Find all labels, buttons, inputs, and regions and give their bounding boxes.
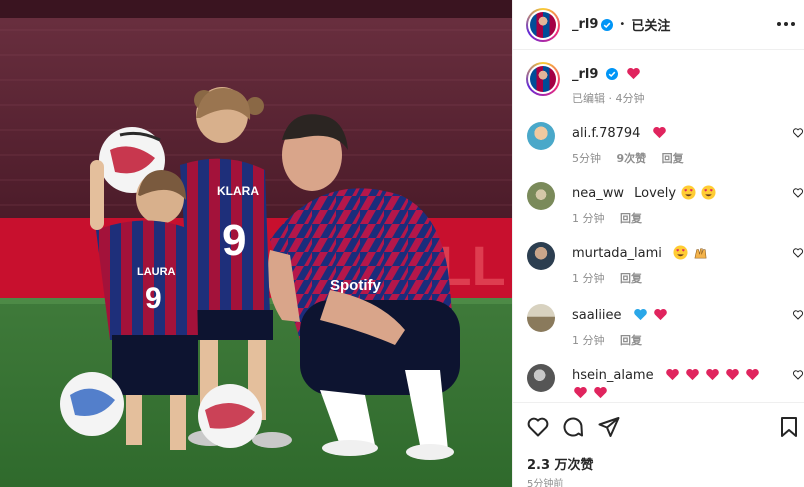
comment-item: saaliiee 1 分钟 回复: [527, 304, 804, 354]
red-heart-emoji-icon: [726, 368, 739, 381]
post-details-panel: _rl9 • 已关注 _rl9 已编辑 · 4分钟 ali.f.78794 5分…: [512, 0, 804, 487]
comment-like-count[interactable]: 9次赞: [617, 152, 647, 165]
separator-dot: ·: [608, 92, 616, 105]
author-avatar[interactable]: [526, 7, 560, 42]
red-heart-emoji-icon: [706, 368, 719, 381]
sponsor-label: Spotify: [330, 277, 381, 294]
post-photo[interactable]: ELL Spotify KLARA 9 LAURA 9: [0, 0, 512, 487]
red-heart-emoji-icon: [654, 308, 667, 321]
comments-list[interactable]: _rl9 已编辑 · 4分钟 ali.f.78794 5分钟 9次赞 回复 ne…: [513, 50, 804, 402]
commenter-avatar[interactable]: [527, 182, 555, 210]
red-heart-emoji-icon: [686, 368, 699, 381]
red-heart-emoji-icon: [652, 126, 666, 139]
reply-button[interactable]: 回复: [662, 152, 684, 165]
reply-button[interactable]: 回复: [620, 212, 642, 225]
comment-text: Lovely: [634, 186, 677, 201]
comment-time: 5分钟: [572, 152, 601, 165]
comment-time: 1 分钟: [572, 334, 605, 347]
post-modal: ELL Spotify KLARA 9 LAURA 9 _rl9 • 已关注 _…: [0, 0, 804, 487]
commenter-avatar[interactable]: [527, 242, 555, 270]
verified-badge-icon: [601, 18, 614, 31]
reply-button[interactable]: 回复: [620, 272, 642, 285]
post-caption: _rl9 已编辑 · 4分钟: [526, 62, 796, 110]
caption-edited-label: 已编辑: [572, 92, 605, 105]
photo-illustration: ELL Spotify KLARA 9 LAURA 9: [0, 0, 512, 487]
heart-eyes-emoji-icon: [701, 185, 716, 200]
author-username[interactable]: _rl9: [572, 17, 598, 32]
caption-time: 4分钟: [615, 92, 645, 105]
blue-heart-emoji-icon: [633, 308, 647, 321]
separator-dot: •: [619, 19, 626, 30]
caption-author-avatar[interactable]: [526, 62, 560, 96]
heart-eyes-emoji-icon: [681, 185, 696, 200]
comment-item: nea_ww Lovely 1 分钟 回复: [527, 182, 804, 232]
follow-status-button[interactable]: 已关注: [631, 15, 670, 34]
commenter-username[interactable]: ali.f.78794: [572, 126, 640, 141]
comment-icon[interactable]: [561, 415, 585, 439]
bookmark-icon[interactable]: [777, 415, 801, 439]
commenter-username[interactable]: saaliiee: [572, 308, 622, 323]
post-actions: 2.3 万次赞 5分钟前: [513, 402, 804, 487]
commenter-username[interactable]: nea_ww: [572, 186, 624, 201]
red-heart-emoji-icon: [665, 368, 679, 381]
post-header: _rl9 • 已关注: [513, 0, 804, 50]
red-heart-emoji-icon: [746, 368, 760, 381]
comment-like-icon[interactable]: [792, 247, 804, 259]
heart-outline-icon[interactable]: [526, 415, 550, 439]
jersey-name-klara: KLARA: [217, 184, 259, 198]
jersey-number-klara: 9: [222, 216, 246, 265]
comment-time: 1 分钟: [572, 212, 605, 225]
comment-like-icon[interactable]: [792, 187, 804, 199]
red-heart-emoji-icon: [574, 386, 587, 399]
commenter-avatar[interactable]: [527, 364, 555, 392]
commenter-username[interactable]: murtada_lami: [572, 246, 662, 261]
red-heart-emoji-icon: [626, 67, 640, 80]
commenter-avatar[interactable]: [527, 122, 555, 150]
post-timestamp: 5分钟前: [527, 479, 564, 487]
comment-item: ali.f.78794 5分钟 9次赞 回复: [527, 122, 804, 172]
more-options-icon[interactable]: [775, 14, 797, 34]
commenter-username[interactable]: hsein_alame: [572, 368, 654, 383]
comment-item: hsein_alame: [527, 364, 804, 402]
jersey-number-laura: 9: [145, 282, 162, 315]
comment-like-icon[interactable]: [792, 369, 804, 381]
comment-like-icon[interactable]: [792, 309, 804, 321]
caption-username[interactable]: _rl9: [572, 67, 598, 82]
red-heart-emoji-icon: [594, 386, 607, 399]
comment-item: murtada_lami 1 分钟 回复: [527, 242, 804, 292]
comment-like-icon[interactable]: [792, 127, 804, 139]
send-icon[interactable]: [597, 415, 621, 439]
verified-badge-icon: [605, 68, 618, 80]
raised-hands-emoji-icon: [694, 248, 707, 259]
commenter-avatar[interactable]: [527, 304, 555, 332]
jersey-name-laura: LAURA: [137, 266, 176, 278]
comment-time: 1 分钟: [572, 272, 605, 285]
heart-eyes-emoji-icon: [673, 245, 688, 260]
like-count[interactable]: 2.3 万次赞: [527, 454, 594, 473]
reply-button[interactable]: 回复: [620, 334, 642, 347]
